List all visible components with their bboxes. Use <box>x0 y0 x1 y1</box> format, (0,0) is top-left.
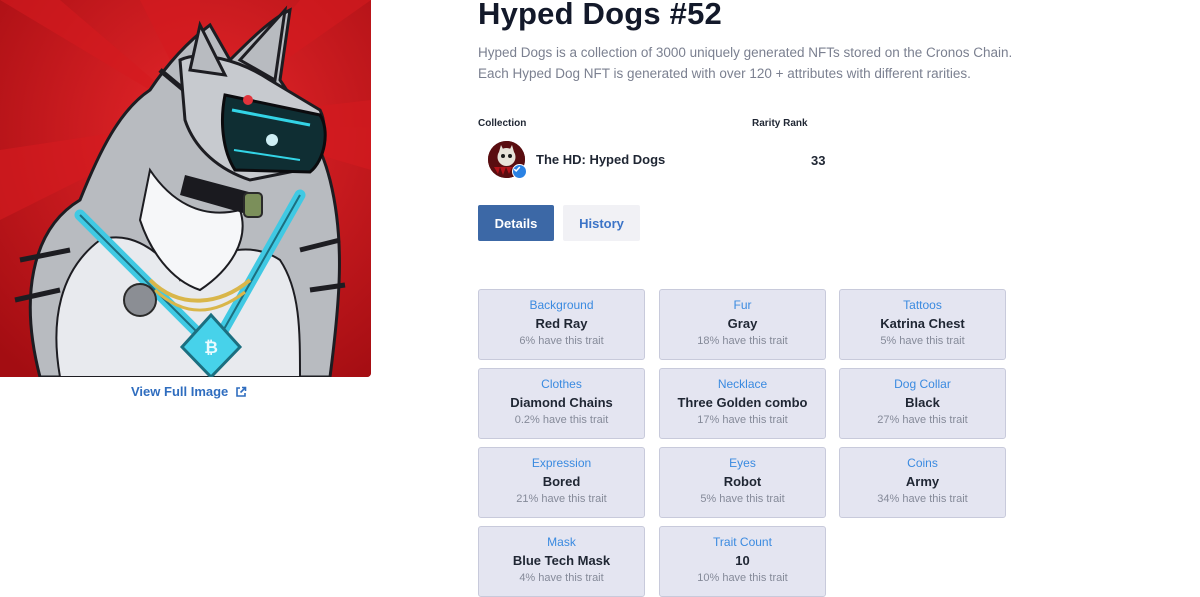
external-link-icon <box>236 386 247 397</box>
trait-card: Clothes Diamond Chains 0.2% have this tr… <box>478 368 645 439</box>
trait-card: Background Red Ray 6% have this trait <box>478 289 645 360</box>
trait-value: Gray <box>727 316 758 331</box>
trait-value: Army <box>905 474 940 489</box>
trait-value: Three Golden combo <box>677 395 808 410</box>
trait-card: Dog Collar Black 27% have this trait <box>839 368 1006 439</box>
trait-name: Background <box>529 298 594 312</box>
trait-card: Tattoos Katrina Chest 5% have this trait <box>839 289 1006 360</box>
collection-avatar <box>488 141 527 179</box>
trait-name: Tattoos <box>903 298 942 312</box>
trait-value: Red Ray <box>535 316 588 331</box>
trait-name: Trait Count <box>713 535 772 549</box>
collection-name: The HD: Hyped Dogs <box>536 152 666 167</box>
trait-card: Fur Gray 18% have this trait <box>659 289 826 360</box>
trait-name: Dog Collar <box>894 377 951 391</box>
trait-rarity: 17% have this trait <box>697 414 788 426</box>
trait-card: Trait Count 10 10% have this trait <box>659 526 826 597</box>
tab-details[interactable]: Details <box>478 205 554 241</box>
trait-card: Expression Bored 21% have this trait <box>478 447 645 518</box>
trait-name: Clothes <box>541 377 582 391</box>
trait-rarity: 0.2% have this trait <box>514 414 609 426</box>
trait-value: Diamond Chains <box>510 395 613 410</box>
trait-name: Fur <box>733 298 752 312</box>
trait-name: Coins <box>907 456 938 470</box>
nft-description: Hyped Dogs is a collection of 3000 uniqu… <box>478 45 1013 81</box>
page-title: Hyped Dogs #52 <box>478 0 722 31</box>
trait-rarity: 5% have this trait <box>880 335 965 347</box>
trait-rarity: 10% have this trait <box>697 572 788 584</box>
rarity-rank-value: 33 <box>811 153 826 168</box>
trait-rarity: 4% have this trait <box>519 572 604 584</box>
hyped-dog-artwork: ₿ <box>0 0 371 377</box>
trait-value: Blue Tech Mask <box>512 553 611 568</box>
trait-rarity: 34% have this trait <box>877 493 968 505</box>
nft-image[interactable]: ₿ <box>0 0 371 377</box>
trait-name: Necklace <box>717 377 768 391</box>
trait-card: Mask Blue Tech Mask 4% have this trait <box>478 526 645 597</box>
trait-card: Eyes Robot 5% have this trait <box>659 447 826 518</box>
collection-link[interactable]: The HD: Hyped Dogs <box>488 141 666 179</box>
view-full-image-label: View Full Image <box>131 384 229 399</box>
trait-name: Mask <box>547 535 576 549</box>
trait-name: Expression <box>531 456 592 470</box>
trait-card: Coins Army 34% have this trait <box>839 447 1006 518</box>
verified-icon <box>512 164 527 179</box>
trait-card: Necklace Three Golden combo 17% have thi… <box>659 368 826 439</box>
trait-rarity: 6% have this trait <box>519 335 604 347</box>
trait-rarity: 21% have this trait <box>516 493 607 505</box>
trait-name: Eyes <box>729 456 756 470</box>
trait-value: Bored <box>542 474 581 489</box>
trait-value: Katrina Chest <box>880 316 965 331</box>
trait-rarity: 18% have this trait <box>697 335 788 347</box>
trait-rarity: 27% have this trait <box>877 414 968 426</box>
svg-text:₿: ₿ <box>204 338 218 358</box>
trait-value: Robot <box>723 474 762 489</box>
tab-history[interactable]: History <box>563 205 640 241</box>
trait-value: 10 <box>735 553 750 568</box>
view-full-image-link[interactable]: View Full Image <box>131 384 247 399</box>
collection-label: Collection <box>478 118 527 129</box>
trait-value: Black <box>905 395 940 410</box>
rarity-rank-label: Rarity Rank <box>752 118 808 129</box>
trait-rarity: 5% have this trait <box>700 493 785 505</box>
